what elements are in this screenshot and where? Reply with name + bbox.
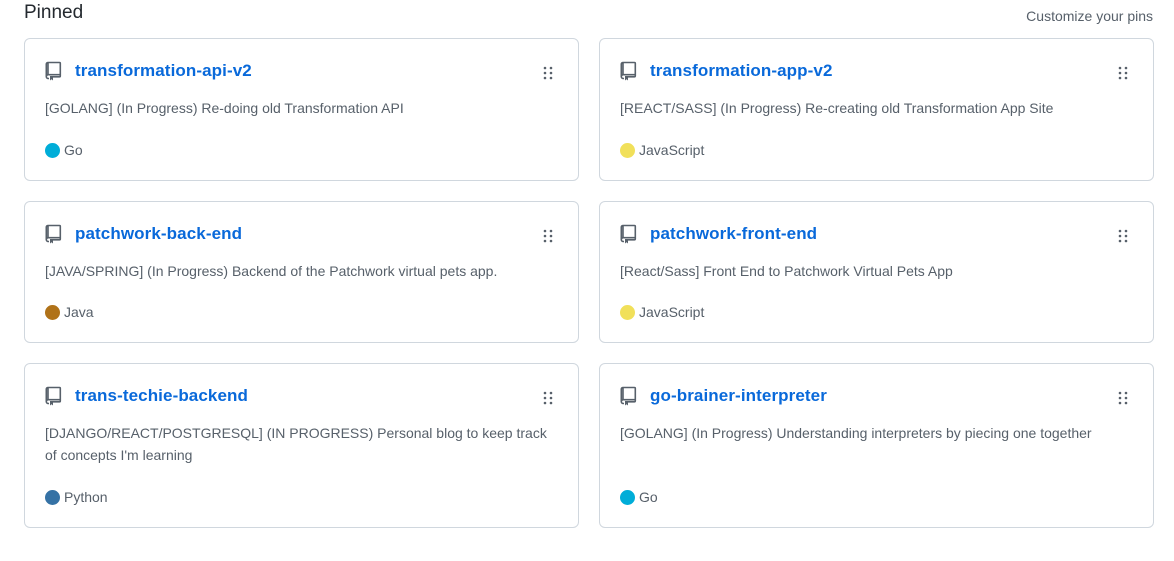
language-color-dot (620, 489, 635, 505)
language-label: JavaScript (639, 142, 705, 158)
grabber-icon[interactable] (1118, 391, 1128, 405)
repo-language: Go (620, 489, 658, 505)
pinned-card: transformation-api-v2 [GOLANG] (In Progr… (24, 38, 579, 181)
grabber-icon[interactable] (543, 391, 553, 405)
repo-icon (620, 386, 638, 406)
card-header: patchwork-back-end (45, 224, 242, 244)
grabber-icon[interactable] (1118, 229, 1128, 243)
pinned-card: patchwork-front-end [React/Sass] Front E… (599, 201, 1154, 343)
repo-name-link[interactable]: transformation-api-v2 (75, 61, 252, 81)
language-color-dot (45, 489, 60, 505)
repo-description: [GOLANG] (In Progress) Understanding int… (620, 425, 1092, 441)
grabber-icon[interactable] (543, 66, 553, 80)
language-label: Go (639, 489, 658, 505)
repo-language: Go (45, 142, 83, 158)
language-color-dot (620, 304, 635, 320)
repo-description: [React/Sass] Front End to Patchwork Virt… (620, 263, 953, 279)
pinned-card: transformation-app-v2 [REACT/SASS] (In P… (599, 38, 1154, 181)
card-header: transformation-api-v2 (45, 61, 252, 81)
customize-pins-link[interactable]: Customize your pins (1026, 8, 1153, 24)
language-color-dot (45, 142, 60, 158)
repo-icon (45, 224, 63, 244)
grabber-icon[interactable] (1118, 66, 1128, 80)
repo-icon (620, 61, 638, 81)
language-label: JavaScript (639, 304, 705, 320)
card-header: patchwork-front-end (620, 224, 817, 244)
repo-language: JavaScript (620, 304, 704, 320)
repo-description: [JAVA/SPRING] (In Progress) Backend of t… (45, 263, 498, 279)
repo-name-link[interactable]: trans-techie-backend (75, 386, 248, 406)
language-color-dot (45, 304, 60, 320)
repo-icon (45, 386, 63, 406)
repo-language: Java (45, 304, 94, 320)
card-header: transformation-app-v2 (620, 61, 833, 81)
repo-name-link[interactable]: go-brainer-interpreter (650, 386, 827, 406)
section-title: Pinned (24, 2, 84, 23)
language-label: Go (64, 142, 83, 158)
pinned-grid: transformation-api-v2 [GOLANG] (In Progr… (24, 38, 1154, 528)
card-header: trans-techie-backend (45, 386, 248, 406)
repo-icon (620, 224, 638, 244)
pinned-card: patchwork-back-end [JAVA/SPRING] (In Pro… (24, 201, 579, 343)
card-header: go-brainer-interpreter (620, 386, 827, 406)
language-color-dot (620, 142, 635, 158)
repo-description: [REACT/SASS] (In Progress) Re-creating o… (620, 100, 1054, 116)
repo-description: [GOLANG] (In Progress) Re-doing old Tran… (45, 100, 404, 116)
repo-description: [DJANGO/REACT/POSTGRESQL] (IN PROGRESS) … (45, 425, 547, 463)
repo-icon (45, 61, 63, 81)
repo-language: JavaScript (620, 142, 704, 158)
language-label: Java (64, 304, 94, 320)
pinned-card: trans-techie-backend [DJANGO/REACT/POSTG… (24, 363, 579, 528)
grabber-icon[interactable] (543, 229, 553, 243)
repo-name-link[interactable]: patchwork-back-end (75, 224, 242, 244)
repo-name-link[interactable]: transformation-app-v2 (650, 61, 833, 81)
pinned-card: go-brainer-interpreter [GOLANG] (In Prog… (599, 363, 1154, 528)
repo-name-link[interactable]: patchwork-front-end (650, 224, 817, 244)
repo-language: Python (45, 489, 108, 505)
language-label: Python (64, 489, 108, 505)
